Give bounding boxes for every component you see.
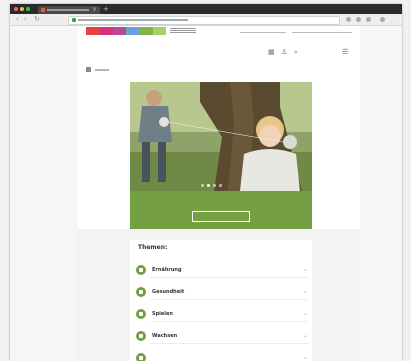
breadcrumb-current (95, 69, 109, 71)
topic-label: Ernährung (152, 267, 182, 273)
logo-claim (170, 28, 196, 34)
close-tab-icon[interactable]: × (92, 6, 97, 14)
chevron-down-icon[interactable]: ⌄ (303, 266, 308, 274)
site-container: ▦ ♙ ⌕ ☰ Themen: Ernährung ⌄ Gesundheit ⌄… (78, 26, 360, 361)
hero-photo (130, 82, 312, 191)
menu-toolbar-icon[interactable] (380, 17, 385, 22)
brand-logo-segment (112, 27, 126, 35)
reload-icon[interactable]: ↻ (34, 15, 40, 24)
health-icon (136, 287, 146, 297)
chevron-down-icon[interactable]: ⌄ (303, 332, 308, 340)
hero-caption-box (130, 191, 312, 229)
brand-logo-segment (86, 27, 100, 35)
grid-icon[interactable]: ▦ (268, 48, 275, 57)
menu-icon[interactable]: ☰ (342, 48, 348, 57)
topic-item-spielen[interactable]: Spielen ⌄ (136, 306, 308, 322)
growth-icon (136, 331, 146, 341)
new-tab-icon[interactable]: + (103, 5, 109, 13)
brand-logo-segment (139, 27, 153, 35)
themen-box: Themen: Ernährung ⌄ Gesundheit ⌄ Spielen (130, 240, 312, 361)
themen-title: Themen: (138, 244, 168, 251)
family-icon (136, 353, 146, 361)
top-link[interactable] (240, 32, 286, 33)
brand-logo-segment (99, 27, 113, 35)
back-arrow-icon[interactable]: ‹ (16, 15, 19, 24)
chevron-down-icon[interactable]: ⌄ (303, 288, 308, 296)
forward-arrow-icon[interactable]: › (24, 15, 27, 24)
hero-slider[interactable] (130, 82, 312, 191)
slider-dot[interactable] (201, 184, 204, 187)
home-toolbar-icon[interactable] (366, 17, 371, 22)
address-bar[interactable] (68, 16, 340, 25)
download-icon[interactable] (356, 17, 361, 22)
topic-item-wachsen[interactable]: Wachsen ⌄ (136, 328, 308, 344)
home-icon[interactable] (86, 67, 91, 72)
user-icon[interactable]: ♙ (281, 48, 287, 57)
topic-label: Wachsen (152, 333, 178, 339)
topic-label: Gesundheit (152, 289, 185, 295)
minimize-window-button[interactable] (20, 7, 24, 11)
browser-toolbar: ‹ › ↻ (10, 14, 402, 26)
browser-tab[interactable]: × (38, 6, 100, 14)
brand-logo-segment (125, 27, 140, 35)
slider-dots (201, 184, 222, 187)
brand-logo[interactable] (86, 27, 166, 35)
tab-bar: × + (10, 4, 402, 14)
hero-button[interactable] (192, 211, 250, 222)
url-text (78, 19, 188, 21)
brand-logo-segment (152, 27, 166, 35)
tab-title (47, 9, 89, 11)
bookmark-icon[interactable] (346, 17, 351, 22)
page-viewport: ▦ ♙ ⌕ ☰ Themen: Ernährung ⌄ Gesundheit ⌄… (10, 26, 402, 361)
top-link[interactable] (292, 32, 352, 33)
food-icon (136, 265, 146, 275)
main-navigation (86, 48, 106, 57)
chevron-down-icon[interactable]: ⌄ (303, 354, 308, 361)
topic-item-5[interactable]: ⌄ (136, 350, 308, 361)
play-icon (136, 309, 146, 319)
favicon-icon (41, 8, 45, 12)
chevron-down-icon[interactable]: ⌄ (303, 310, 308, 318)
topic-label: Spielen (152, 311, 173, 317)
maximize-window-button[interactable] (26, 7, 30, 11)
topic-item-ernaehrung[interactable]: Ernährung ⌄ (136, 262, 308, 278)
browser-window: × + ‹ › ↻ ▦ ♙ ⌕ ☰ Themen: Ernährung ⌄ Ge… (10, 4, 402, 361)
slider-dot[interactable] (213, 184, 216, 187)
lock-icon (72, 18, 76, 22)
search-icon[interactable]: ⌕ (294, 48, 298, 57)
topic-item-gesundheit[interactable]: Gesundheit ⌄ (136, 284, 308, 300)
close-window-button[interactable] (14, 7, 18, 11)
slider-dot-active[interactable] (207, 184, 210, 187)
slider-dot[interactable] (219, 184, 222, 187)
